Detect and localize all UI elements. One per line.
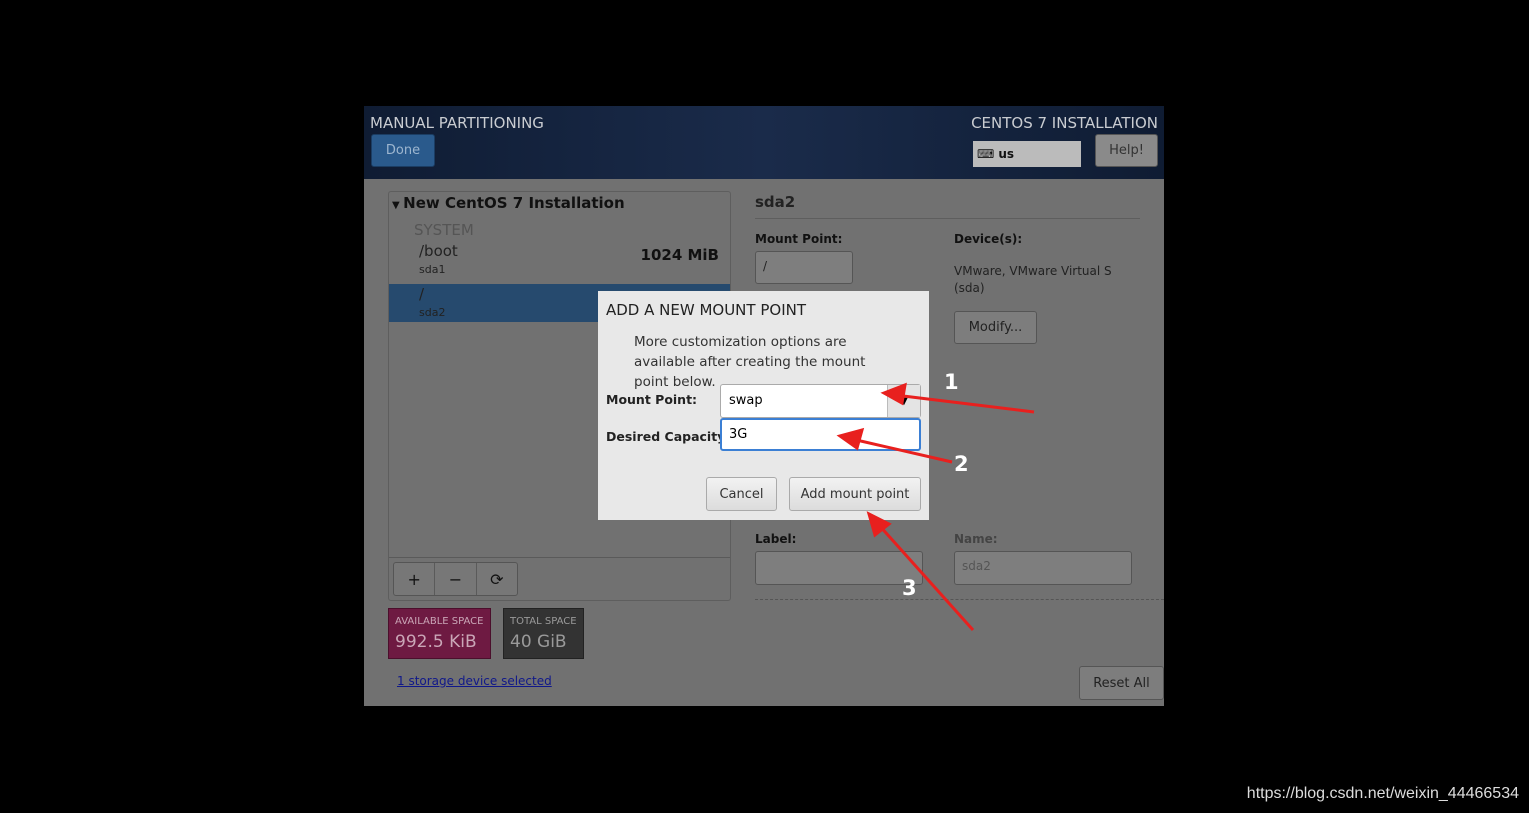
- annotation-3: 3: [902, 576, 917, 600]
- watermark: https://blog.csdn.net/weixin_44466534: [1246, 785, 1519, 802]
- annotation-arrows: [836, 382, 1035, 632]
- arrow-2: [851, 437, 953, 464]
- arrow-3: [876, 522, 975, 632]
- annotation-1: 1: [944, 370, 959, 394]
- arrow-1: [894, 393, 1035, 414]
- arrowhead-1: [880, 382, 907, 406]
- arrowhead-2: [836, 427, 865, 451]
- annotation-2: 2: [954, 452, 969, 476]
